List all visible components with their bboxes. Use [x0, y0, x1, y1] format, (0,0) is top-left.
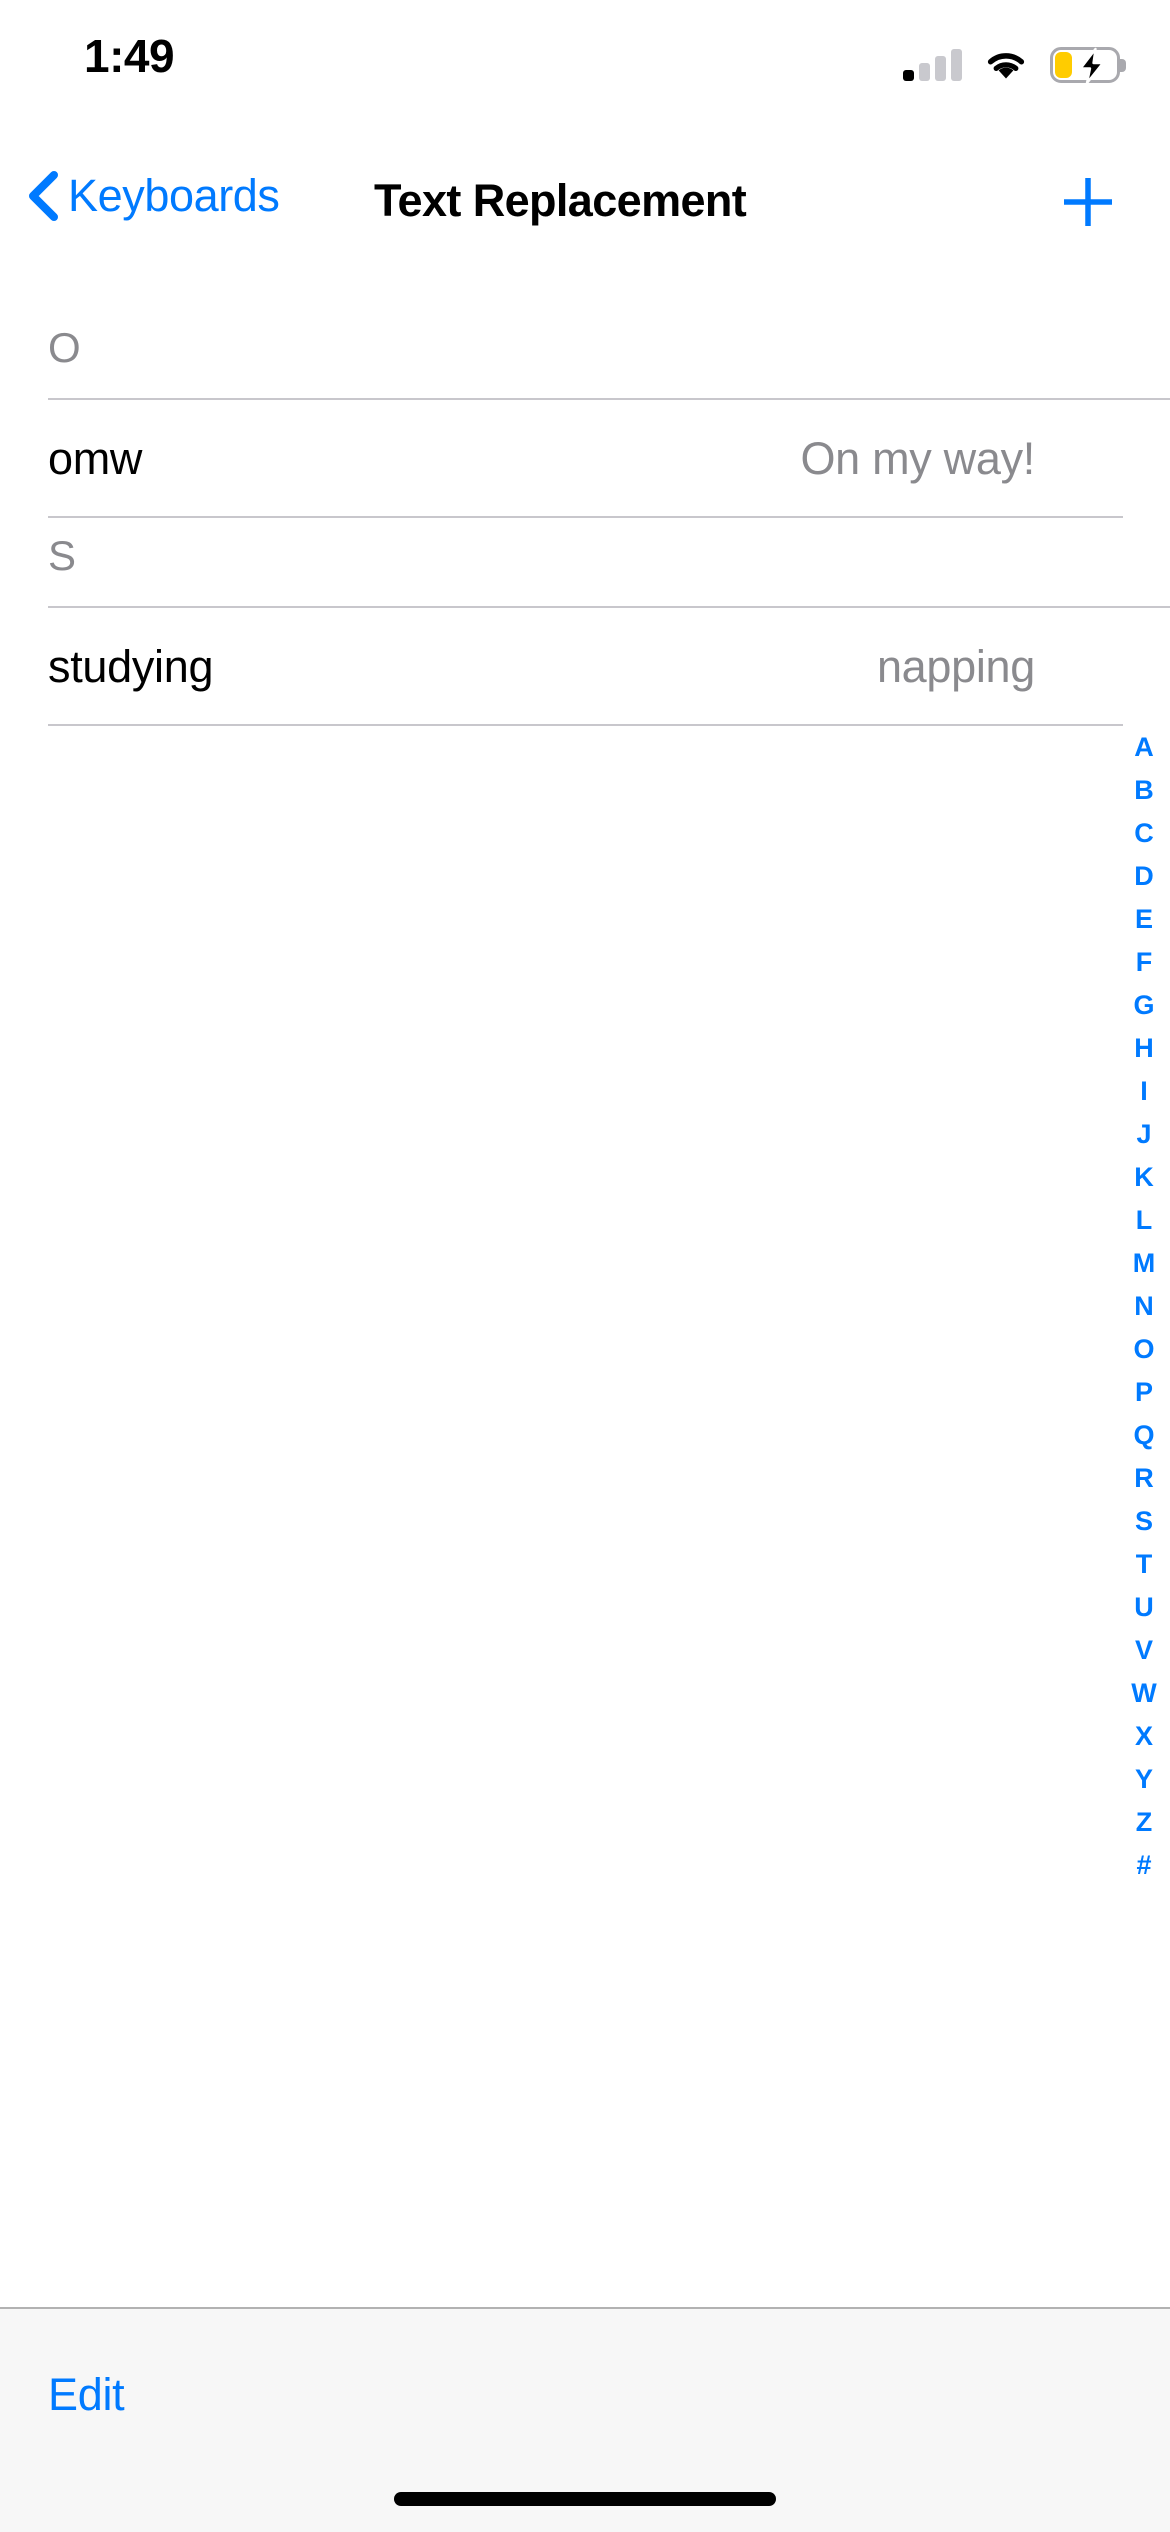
alphabet-index-letter[interactable]: V [1118, 1629, 1170, 1672]
chevron-left-icon [22, 169, 64, 223]
alphabet-index-letter[interactable]: K [1118, 1156, 1170, 1199]
alphabet-index-letter[interactable]: Y [1118, 1758, 1170, 1801]
alphabet-index-letter[interactable]: D [1118, 855, 1170, 898]
alphabet-index-letter[interactable]: U [1118, 1586, 1170, 1629]
navigation-bar: Keyboards Text Replacement [0, 148, 1170, 252]
alphabet-index-letter[interactable]: E [1118, 898, 1170, 941]
row-phrase: napping [876, 641, 1035, 692]
home-indicator[interactable] [394, 2492, 776, 2506]
alphabet-index-letter[interactable]: N [1118, 1285, 1170, 1328]
battery-charging-icon [1050, 46, 1126, 86]
bottom-toolbar: Edit [0, 2307, 1170, 2532]
alphabet-index-letter[interactable]: Q [1118, 1414, 1170, 1457]
alphabet-index-letter[interactable]: X [1118, 1715, 1170, 1758]
back-button-label: Keyboards [68, 170, 280, 221]
alphabet-index-letter[interactable]: R [1118, 1457, 1170, 1500]
row-shortcut: omw [48, 433, 143, 484]
section-header-s: S [0, 518, 1170, 608]
alphabet-index-bar[interactable]: A B C D E F G H I J K L M N O P Q R S T U V W X Y Z # [1118, 726, 1170, 1887]
plus-icon [1064, 178, 1112, 226]
charging-bolt-icon [1072, 46, 1112, 86]
back-button-keyboards[interactable]: Keyboards [22, 160, 280, 232]
alphabet-index-letter[interactable]: C [1118, 812, 1170, 855]
page-title: Text Replacement [374, 175, 747, 226]
alphabet-index-letter[interactable]: S [1118, 1500, 1170, 1543]
status-bar-indicators [903, 42, 1126, 88]
alphabet-index-letter[interactable]: F [1118, 941, 1170, 984]
alphabet-index-letter[interactable]: P [1118, 1371, 1170, 1414]
status-bar: 1:49 [0, 0, 1170, 132]
table-row[interactable]: studying napping [0, 608, 1170, 726]
alphabet-index-letter[interactable]: M [1118, 1242, 1170, 1285]
table-row[interactable]: omw On my way! [0, 400, 1170, 518]
alphabet-index-letter[interactable]: L [1118, 1199, 1170, 1242]
section-header-letter: O [48, 324, 81, 371]
alphabet-index-letter[interactable]: # [1118, 1844, 1170, 1887]
cellular-signal-icon [903, 49, 962, 81]
section-header-letter: S [48, 532, 77, 579]
battery-cap [1120, 59, 1126, 72]
alphabet-index-letter[interactable]: H [1118, 1027, 1170, 1070]
status-bar-time: 1:49 [84, 30, 175, 82]
alphabet-index-letter[interactable]: B [1118, 769, 1170, 812]
alphabet-index-letter[interactable]: T [1118, 1543, 1170, 1586]
alphabet-index-letter[interactable]: I [1118, 1070, 1170, 1113]
row-shortcut: studying [48, 641, 214, 692]
alphabet-index-letter[interactable]: A [1118, 726, 1170, 769]
battery-fill [1055, 52, 1072, 78]
wifi-icon [984, 49, 1028, 81]
row-phrase: On my way! [800, 433, 1035, 484]
edit-button[interactable]: Edit [48, 2365, 125, 2425]
row-separator [48, 724, 1123, 726]
alphabet-index-letter[interactable]: G [1118, 984, 1170, 1027]
add-text-replacement-button[interactable] [1056, 170, 1120, 234]
alphabet-index-letter[interactable]: Z [1118, 1801, 1170, 1844]
alphabet-index-letter[interactable]: J [1118, 1113, 1170, 1156]
alphabet-index-letter[interactable]: W [1118, 1672, 1170, 1715]
section-header-o: O [0, 310, 1170, 400]
alphabet-index-letter[interactable]: O [1118, 1328, 1170, 1371]
text-replacement-list: O omw On my way! S studying napping [0, 310, 1170, 726]
